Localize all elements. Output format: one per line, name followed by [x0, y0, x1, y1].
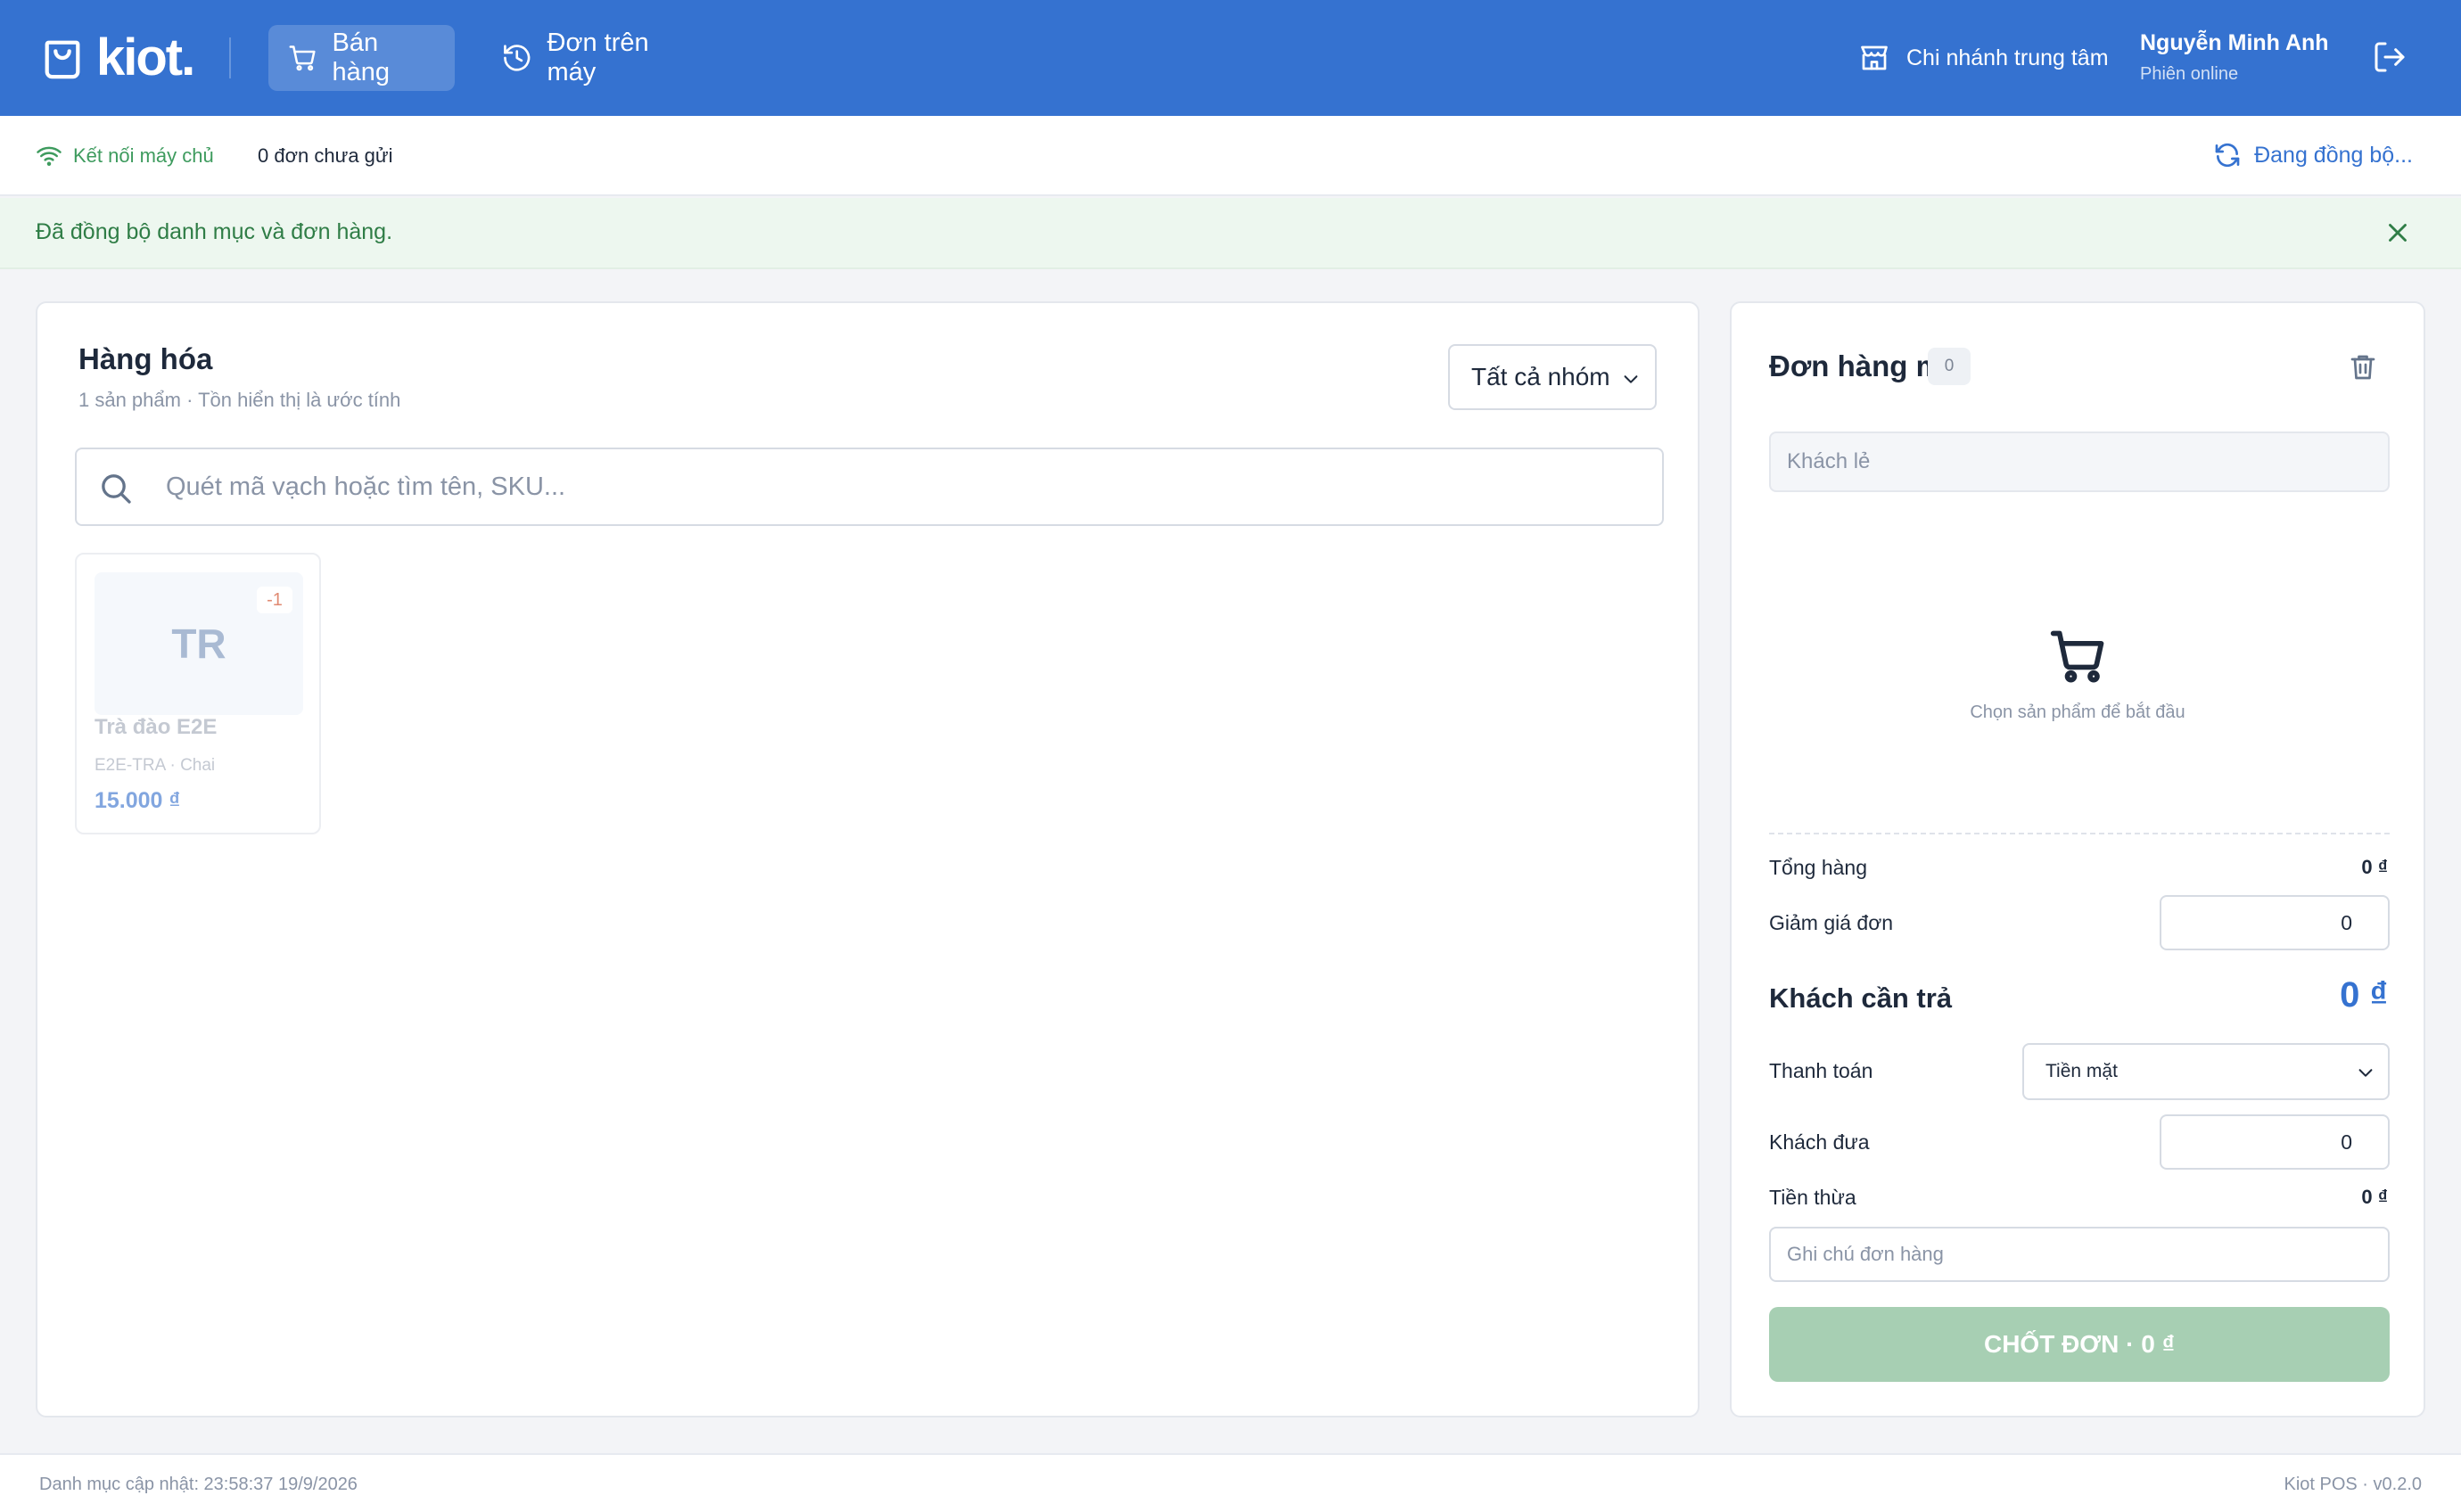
change-label: Tiền thừa [1769, 1186, 1856, 1209]
user-name: Nguyễn Minh Anh [2140, 30, 2329, 55]
wifi-icon [37, 146, 62, 167]
footer: Danh mục cập nhật: 23:58:37 19/9/2026 Ki… [0, 1453, 2461, 1512]
tab-offline-label: Đơn trên máy [547, 29, 649, 86]
checkout-button[interactable]: CHỐT ĐƠN · 0 ₫ [1769, 1307, 2390, 1382]
close-icon[interactable] [2383, 218, 2413, 248]
cart-icon [289, 45, 316, 71]
connection-status: Kết nối máy chủ [36, 143, 214, 169]
summary-divider [1769, 833, 2390, 834]
product-sku-unit: E2E-TRA · Chai [95, 756, 216, 775]
goods-title: Hàng hóa [78, 342, 213, 375]
connection-label: Kết nối máy chủ [73, 144, 214, 167]
payment-label: Thanh toán [1769, 1059, 1873, 1082]
order-panel: Đơn hàng mới 0 Chọn sản phẩm để bắt đầu … [1730, 301, 2425, 1418]
history-icon [504, 45, 531, 71]
sync-success-banner: Đã đồng bộ danh mục và đơn hàng. [0, 198, 2461, 269]
goods-panel: Hàng hóa 1 sản phẩm · Tồn hiển thị là ướ… [36, 301, 1700, 1418]
logo-text: kiot. [96, 29, 195, 86]
group-filter-value: Tất cả nhóm [1471, 363, 1610, 390]
cash-given-label: Khách đưa [1769, 1130, 1870, 1154]
subtotal-value: 0 ₫ [2361, 856, 2388, 878]
cash-given-input[interactable]: 0 [2160, 1114, 2390, 1170]
chevron-down-icon [2358, 1069, 2373, 1077]
logout-icon[interactable] [2372, 39, 2408, 75]
chevron-down-icon [1624, 375, 1638, 383]
product-name: Trà đào E2E [95, 715, 218, 739]
order-item-count-badge: 0 [1928, 348, 1971, 385]
empty-cart-icon [2050, 630, 2104, 683]
sync-button[interactable]: Đang đồng bộ... [2213, 141, 2413, 169]
discount-input[interactable]: 0 [2160, 895, 2390, 950]
search-input[interactable] [166, 449, 1646, 524]
pending-orders-count: 0 đơn chưa gửi [258, 144, 393, 167]
tab-sell[interactable]: Bán hàng [268, 25, 455, 91]
goods-subtitle: 1 sản phẩm · Tồn hiển thị là ước tính [78, 389, 401, 411]
sync-label: Đang đồng bộ... [2254, 142, 2413, 168]
stock-badge: -1 [257, 587, 292, 613]
catalog-updated-time: Danh mục cập nhật: 23:58:37 19/9/2026 [39, 1475, 358, 1494]
refresh-icon [2215, 143, 2240, 168]
cash-given-value: 0 [2341, 1130, 2352, 1154]
store-icon [1861, 45, 1888, 70]
group-filter-select[interactable]: Tất cả nhóm [1448, 344, 1657, 410]
discount-label: Giảm giá đơn [1769, 911, 1894, 934]
banner-message: Đã đồng bộ danh mục và đơn hàng. [36, 219, 393, 244]
change-value: 0 ₫ [2361, 1186, 2388, 1208]
tab-sell-label: Bán hàng [332, 29, 390, 86]
amount-due-label: Khách cần trả [1769, 982, 1953, 1014]
amount-due-value: 0 ₫ [2340, 975, 2388, 1015]
order-note-input[interactable] [1769, 1227, 2390, 1282]
product-card[interactable]: TR -1 Trà đào E2E E2E-TRA · Chai 15.000 … [75, 553, 321, 834]
search-icon [102, 474, 131, 504]
user-session-status: Phiên online [2140, 64, 2239, 84]
discount-value: 0 [2341, 910, 2352, 934]
branch-selector[interactable]: Chi nhánh trung tâm [1858, 36, 2109, 80]
payment-method-value: Tiền mặt [2045, 1061, 2118, 1081]
app-version: Kiot POS · v0.2.0 [2284, 1475, 2422, 1494]
branch-label: Chi nhánh trung tâm [1906, 45, 2109, 70]
product-search [75, 448, 1664, 526]
empty-cart-message: Chọn sản phẩm để bắt đầu [1970, 703, 2185, 722]
logo-divider [229, 37, 231, 78]
tab-offline-orders[interactable]: Đơn trên máy [482, 25, 722, 91]
customer-input[interactable] [1769, 431, 2390, 492]
status-bar: Kết nối máy chủ 0 đơn chưa gửi Đang đồng… [0, 116, 2461, 196]
top-bar: kiot. Bán hàng Đơn trên máy Chi nhánh tr… [0, 0, 2461, 116]
payment-method-select[interactable]: Tiền mặt [2022, 1043, 2390, 1100]
product-price: 15.000 ₫ [95, 788, 181, 813]
subtotal-label: Tổng hàng [1769, 856, 1867, 879]
product-thumbnail: TR -1 [95, 572, 303, 715]
shopping-bag-icon [45, 40, 80, 79]
trash-icon[interactable] [2347, 351, 2379, 383]
